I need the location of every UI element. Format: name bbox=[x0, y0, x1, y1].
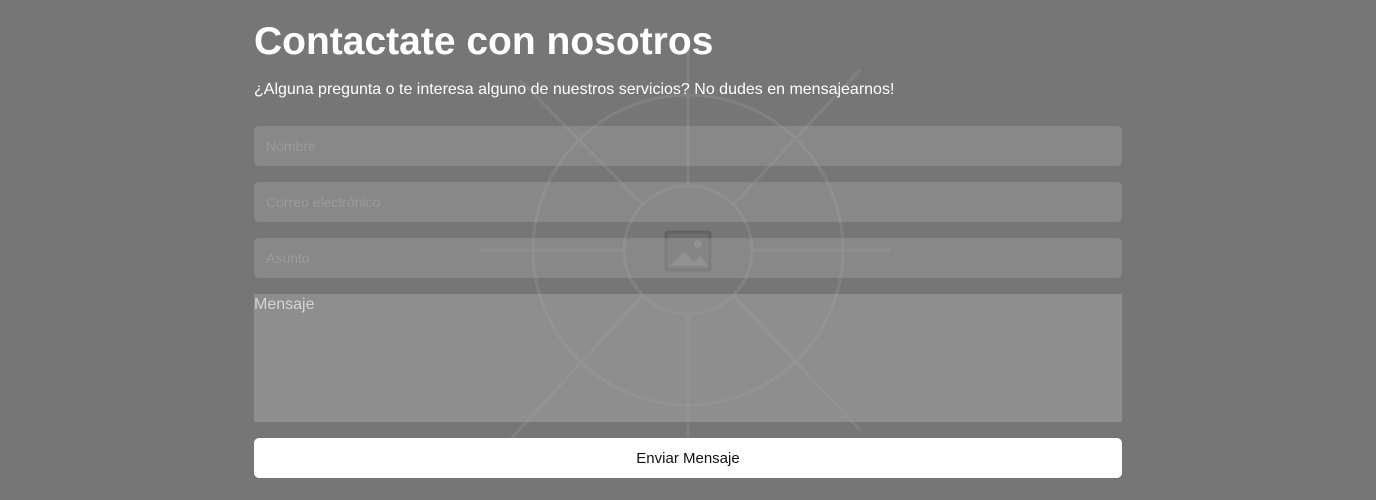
message-textarea[interactable] bbox=[254, 294, 1122, 422]
page-title: Contactate con nosotros bbox=[254, 20, 714, 63]
email-input[interactable] bbox=[254, 182, 1122, 222]
send-message-button[interactable]: Enviar Mensaje bbox=[254, 438, 1122, 478]
page-subtitle: ¿Alguna pregunta o te interesa alguno de… bbox=[254, 81, 895, 98]
name-input[interactable] bbox=[254, 126, 1122, 166]
subject-input[interactable] bbox=[254, 238, 1122, 278]
